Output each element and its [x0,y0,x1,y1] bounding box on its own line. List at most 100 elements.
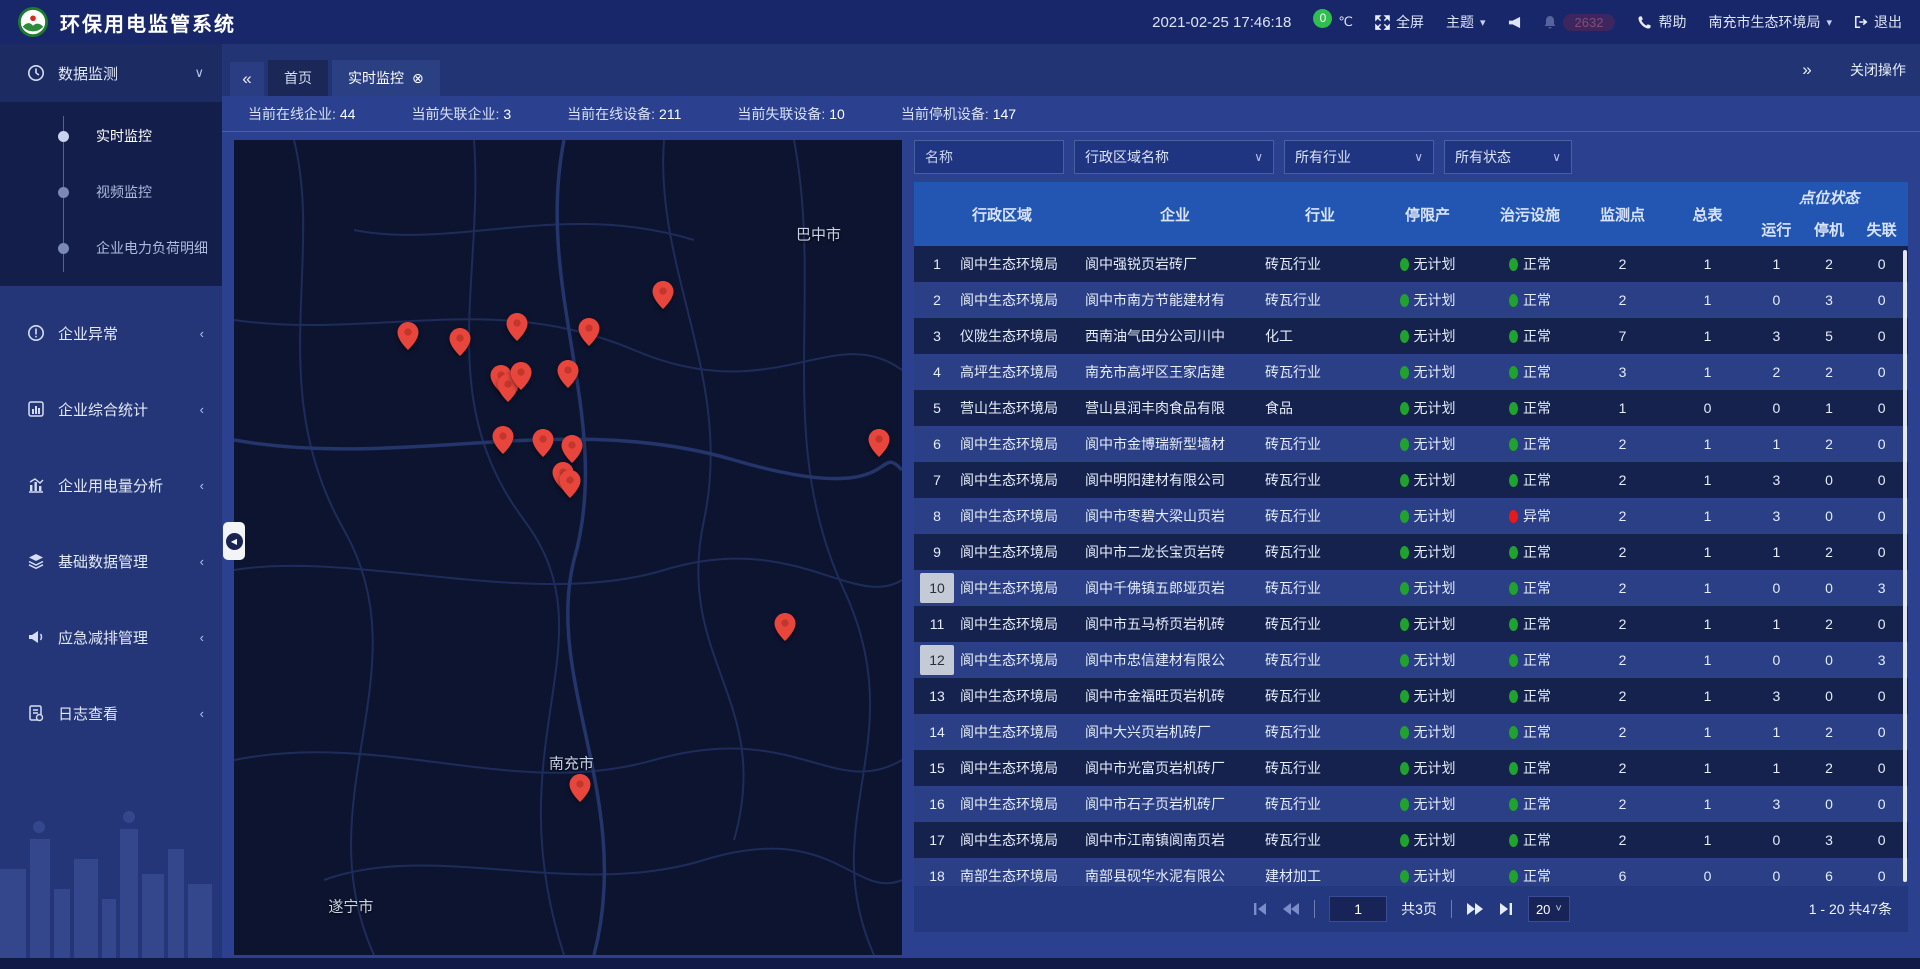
row-lost: 0 [1855,616,1908,632]
table-row[interactable]: 17 阆中生态环境局 阆中市江南镇阆南页岩 砖瓦行业 无计划 正常 2 1 0 … [914,822,1908,858]
sidebar-subitem[interactable]: 视频监控 [0,164,222,220]
row-industry: 砖瓦行业 [1265,794,1375,814]
fullscreen-button[interactable]: 全屏 [1375,12,1424,32]
sidebar-subitem[interactable]: 企业电力负荷明细 [0,220,222,276]
row-meters: 1 [1665,328,1750,344]
table-row[interactable]: 2 阆中生态环境局 阆中市南方节能建材有 砖瓦行业 无计划 正常 2 1 0 3… [914,282,1908,318]
row-points: 2 [1580,652,1665,668]
chart-icon [26,475,46,495]
logout-button[interactable]: 退出 [1854,12,1902,32]
org-menu[interactable]: 南充市生态环境局 ▾ [1708,12,1832,32]
sidebar-item-1[interactable]: 数据监测 ∨ [0,44,222,102]
row-run: 2 [1750,364,1803,380]
row-index: 12 [920,645,954,675]
speaker-icon [1508,16,1521,29]
map-pin[interactable] [511,362,532,395]
sidebar-item-4[interactable]: 企业用电量分析 ‹ [0,456,222,514]
name-filter-input[interactable] [914,140,1064,174]
map-collapse-handle[interactable]: ◀ [223,522,245,560]
next-page-button[interactable] [1466,902,1484,916]
table-row[interactable]: 10 阆中生态环境局 阆中千佛镇五郎垭页岩 砖瓦行业 无计划 正常 2 1 0 … [914,570,1908,606]
status-filter-select[interactable]: 所有状态 ∨ [1444,140,1572,174]
table-row[interactable]: 6 阆中生态环境局 阆中市金博瑞新型墙材 砖瓦行业 无计划 正常 2 1 1 2… [914,426,1908,462]
map-pin[interactable] [775,613,796,646]
chevron-down-icon: ▾ [1826,16,1832,29]
row-lost: 0 [1855,436,1908,452]
sidebar-item-5[interactable]: 基础数据管理 ‹ [0,532,222,590]
table-row[interactable]: 4 高坪生态环境局 南充市高坪区王家店建 砖瓦行业 无计划 正常 3 1 2 2… [914,354,1908,390]
sidebar-item-7[interactable]: 日志查看 ‹ [0,684,222,742]
sidebar-item-6[interactable]: 应急减排管理 ‹ [0,608,222,666]
table-row[interactable]: 15 阆中生态环境局 阆中市光富页岩机砖厂 砖瓦行业 无计划 正常 2 1 1 … [914,750,1908,786]
tabs-scroll-right-button[interactable]: » [1790,53,1824,87]
table-row[interactable]: 13 阆中生态环境局 阆中市金福旺页岩机砖 砖瓦行业 无计划 正常 2 1 3 … [914,678,1908,714]
status-dot-icon [1509,654,1518,667]
sidebar-item-3[interactable]: 企业综合统计 ‹ [0,380,222,438]
map-pin[interactable] [397,322,418,355]
row-region: 阆中生态环境局 [960,578,1085,598]
table-body: 1 阆中生态环境局 阆中强锐页岩砖厂 砖瓦行业 无计划 正常 2 1 1 2 0… [914,246,1908,886]
sidebar-subitem[interactable]: 实时监控 [0,108,222,164]
row-region: 阆中生态环境局 [960,434,1085,454]
table-row[interactable]: 1 阆中生态环境局 阆中强锐页岩砖厂 砖瓦行业 无计划 正常 2 1 1 2 0 [914,246,1908,282]
row-meters: 1 [1665,688,1750,704]
layers-icon [26,551,46,571]
industry-filter-select[interactable]: 所有行业 ∨ [1284,140,1434,174]
divider [1451,900,1452,918]
map-pin[interactable] [507,313,528,346]
map-pin[interactable] [560,470,581,503]
table-row[interactable]: 8 阆中生态环境局 阆中市枣碧大梁山页岩 砖瓦行业 无计划 异常 2 1 3 0… [914,498,1908,534]
row-lost: 0 [1855,292,1908,308]
table-row[interactable]: 18 南部生态环境局 南部县砚华水泥有限公 建材加工 无计划 正常 6 0 0 … [914,858,1908,886]
column-header-lost: 失联 [1855,212,1908,246]
column-header-facility: 治污设施 [1480,182,1580,246]
help-button[interactable]: 帮助 [1637,12,1686,32]
row-industry: 砖瓦行业 [1265,722,1375,742]
first-page-button[interactable] [1252,902,1268,916]
table-row[interactable]: 14 阆中生态环境局 阆中大兴页岩机砖厂 砖瓦行业 无计划 正常 2 1 1 2… [914,714,1908,750]
map-pin[interactable] [558,360,579,393]
mute-button[interactable] [1508,16,1521,29]
tab[interactable]: 实时监控 ⊗ [332,60,440,96]
table-row[interactable]: 9 阆中生态环境局 阆中市二龙长宝页岩砖 砖瓦行业 无计划 正常 2 1 1 2… [914,534,1908,570]
table-row[interactable]: 7 阆中生态环境局 阆中明阳建材有限公司 砖瓦行业 无计划 正常 2 1 3 0… [914,462,1908,498]
chevron-icon: ‹ [200,478,204,493]
map-pin[interactable] [533,429,554,462]
row-lost: 0 [1855,868,1908,884]
map-pin[interactable] [578,318,599,351]
total-pages-label: 共3页 [1401,899,1437,919]
row-points: 2 [1580,544,1665,560]
row-stop: 3 [1803,292,1856,308]
tab[interactable]: 首页 [268,60,328,96]
last-page-button[interactable] [1498,902,1514,916]
table-row[interactable]: 3 仪陇生态环境局 西南油气田分公司川中 化工 无计划 正常 7 1 3 5 0 [914,318,1908,354]
tabs-scroll-left-button[interactable]: « [230,62,264,96]
map-pin[interactable] [652,281,673,314]
row-region: 仪陇生态环境局 [960,326,1085,346]
row-meters: 1 [1665,832,1750,848]
tab-close-icon[interactable]: ⊗ [412,71,424,85]
table-row[interactable]: 11 阆中生态环境局 阆中市五马桥页岩机砖 砖瓦行业 无计划 正常 2 1 1 … [914,606,1908,642]
status-dot-icon [1400,402,1409,415]
row-region: 南部生态环境局 [960,866,1085,886]
notifications[interactable]: 2632 [1543,14,1616,31]
page-number-input[interactable] [1329,896,1387,922]
map-pin[interactable] [570,774,591,807]
close-operations-button[interactable]: 关闭操作 [1850,60,1906,80]
map-pin[interactable] [449,328,470,361]
map-pin[interactable] [868,429,889,462]
theme-menu[interactable]: 主题 ▾ [1446,12,1486,32]
page-size-select[interactable]: 20 ˅ [1528,896,1570,922]
prev-page-button[interactable] [1282,902,1300,916]
row-region: 阆中生态环境局 [960,794,1085,814]
region-filter-select[interactable]: 行政区域名称 ∨ [1074,140,1274,174]
table-row[interactable]: 5 营山生态环境局 营山县润丰肉食品有限 食品 无计划 正常 1 0 0 1 0 [914,390,1908,426]
table-scrollbar[interactable] [1903,250,1907,882]
row-lost: 0 [1855,256,1908,272]
map[interactable]: 巴中市南充市遂宁市 [234,140,902,955]
map-pin[interactable] [493,426,514,459]
sidebar-item-2[interactable]: 企业异常 ‹ [0,304,222,362]
table-row[interactable]: 12 阆中生态环境局 阆中市忠信建材有限公 砖瓦行业 无计划 正常 2 1 0 … [914,642,1908,678]
table-row[interactable]: 16 阆中生态环境局 阆中市石子页岩机砖厂 砖瓦行业 无计划 正常 2 1 3 … [914,786,1908,822]
row-run: 1 [1750,256,1803,272]
